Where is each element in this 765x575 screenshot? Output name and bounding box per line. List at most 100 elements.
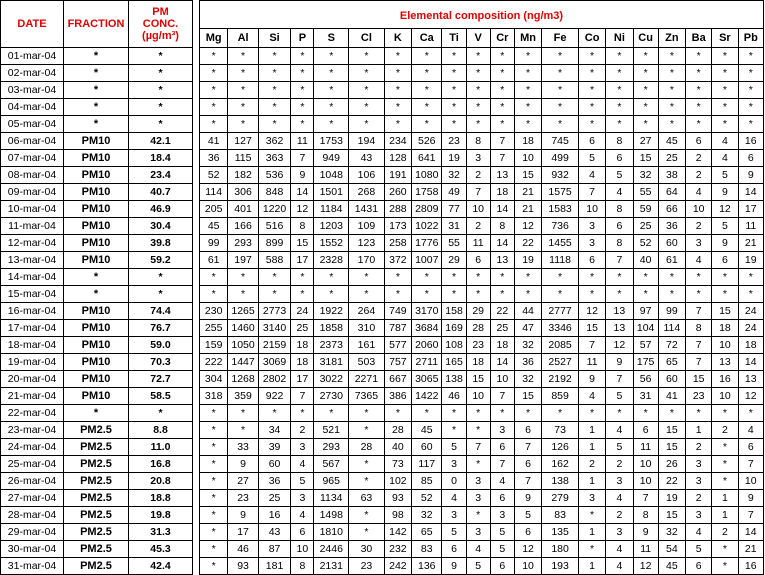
table-row: 41 127 362 11 1753 194 234 526 23 8 7 18 745 6 8 27 45 6 4…	[198, 132, 765, 150]
value-cell-si: 3140	[257, 319, 292, 337]
value-cell-ti: *	[441, 98, 467, 116]
value-cell-cl: *	[348, 472, 385, 490]
value-cell-co: 1	[577, 438, 607, 456]
value-cell-ti: 46	[441, 387, 467, 405]
element-header-p: P	[290, 28, 315, 48]
value-cell-cl: 43	[348, 149, 385, 167]
value-cell-al: 1460	[227, 319, 259, 337]
value-cell-s: 2446	[313, 540, 350, 558]
value-cell-mg: *	[198, 557, 229, 575]
value-cell-k: *	[383, 285, 413, 303]
value-cell-ca: 45	[411, 421, 443, 439]
table-row: 19-mar-04 PM10 70.3	[0, 353, 193, 371]
pm-conc-cell: 11.0	[128, 438, 193, 456]
value-cell-cu: 57	[632, 336, 659, 354]
value-cell-cr: 13	[489, 166, 515, 184]
value-cell-s: 2730	[313, 387, 350, 405]
value-cell-mg: *	[198, 421, 229, 439]
value-cell-pb: *	[737, 404, 765, 422]
value-cell-al: *	[227, 64, 259, 82]
value-cell-ba: 5	[685, 540, 713, 558]
value-cell-cr: *	[489, 404, 515, 422]
value-cell-ni: 8	[605, 234, 634, 252]
value-cell-ni: 8	[605, 200, 634, 218]
value-cell-fe: 193	[541, 557, 579, 575]
value-cell-sr: *	[711, 540, 739, 558]
pm-conc-cell: 19.8	[128, 506, 193, 524]
value-cell-p: 2	[290, 421, 315, 439]
value-cell-cu: *	[632, 64, 659, 82]
value-cell-mn: 47	[513, 319, 543, 337]
value-cell-pb: *	[737, 47, 765, 65]
value-cell-al: 33	[227, 438, 259, 456]
fraction-cell: PM10	[63, 234, 129, 252]
table-row: * 9 60 4 567 * 73 117 3 * 7 6 162 2 2 10 26 3 * 7	[198, 455, 765, 473]
value-cell-ba: *	[685, 81, 713, 99]
value-cell-ti: 138	[441, 370, 467, 388]
value-cell-v: 3	[465, 523, 491, 541]
table-row: 99 293 899 15 1552 123 258 1776 55 11 14 22 1455 3 8 52…	[198, 234, 765, 252]
value-cell-cr: 25	[489, 319, 515, 337]
value-cell-ca: 136	[411, 557, 443, 575]
fraction-header: FRACTION	[63, 0, 129, 48]
value-cell-ni: 6	[605, 217, 634, 235]
value-cell-s: 2373	[313, 336, 350, 354]
fraction-cell: *	[63, 285, 129, 303]
date-cell: 04-mar-04	[0, 98, 64, 116]
value-cell-cu: 32	[632, 166, 659, 184]
value-cell-al: 9	[227, 506, 259, 524]
value-cell-cr: 4	[489, 472, 515, 490]
value-cell-s: 1810	[313, 523, 350, 541]
value-cell-v: *	[465, 506, 491, 524]
value-cell-cl: 194	[348, 132, 385, 150]
value-cell-s: 949	[313, 149, 350, 167]
value-cell-s: 1498	[313, 506, 350, 524]
value-cell-p: *	[290, 47, 315, 65]
value-cell-co: *	[577, 506, 607, 524]
value-cell-mn: 19	[513, 251, 543, 269]
value-cell-v: 8	[465, 132, 491, 150]
value-cell-zn: 114	[657, 319, 687, 337]
value-cell-k: 98	[383, 506, 413, 524]
value-cell-al: 93	[227, 557, 259, 575]
value-cell-fe: 499	[541, 149, 579, 167]
date-cell: 10-mar-04	[0, 200, 64, 218]
value-cell-v: 4	[465, 540, 491, 558]
value-cell-al: 166	[227, 217, 259, 235]
value-cell-pb: 14	[737, 353, 765, 371]
value-cell-k: 749	[383, 302, 413, 320]
sample-info-table: DATE FRACTION PM CONC. (µg/m³) 01-mar-04…	[0, 0, 193, 575]
value-cell-mg: *	[198, 115, 229, 133]
value-cell-cl: *	[348, 285, 385, 303]
value-cell-k: 372	[383, 251, 413, 269]
element-header-k: K	[383, 28, 413, 48]
pm-conc-cell: 39.8	[128, 234, 193, 252]
value-cell-si: 922	[257, 387, 292, 405]
value-cell-s: 2328	[313, 251, 350, 269]
table-row: * * * * * * * * * * * * * * * * * * * *	[198, 81, 765, 99]
value-cell-al: *	[227, 268, 259, 286]
value-cell-sr: *	[711, 404, 739, 422]
value-cell-ti: 32	[441, 166, 467, 184]
value-cell-k: 667	[383, 370, 413, 388]
value-cell-fe: *	[541, 47, 579, 65]
value-cell-mg: 52	[198, 166, 229, 184]
value-cell-pb: *	[737, 81, 765, 99]
value-cell-al: 197	[227, 251, 259, 269]
value-cell-pb: 9	[737, 166, 765, 184]
value-cell-cu: 12	[632, 557, 659, 575]
value-cell-mg: 205	[198, 200, 229, 218]
value-cell-al: 9	[227, 455, 259, 473]
value-cell-zn: 38	[657, 166, 687, 184]
value-cell-k: 787	[383, 319, 413, 337]
value-cell-k: *	[383, 81, 413, 99]
value-cell-mn: 15	[513, 166, 543, 184]
value-cell-mn: 7	[513, 438, 543, 456]
value-cell-co: 7	[577, 336, 607, 354]
value-cell-s: 1922	[313, 302, 350, 320]
value-cell-zn: 65	[657, 353, 687, 371]
table-row: 230 1265 2773 24 1922 264 749 3170 158 29 22 44 2777…	[198, 302, 765, 320]
value-cell-zn: 72	[657, 336, 687, 354]
value-cell-ca: 1758	[411, 183, 443, 201]
value-cell-al: *	[227, 115, 259, 133]
